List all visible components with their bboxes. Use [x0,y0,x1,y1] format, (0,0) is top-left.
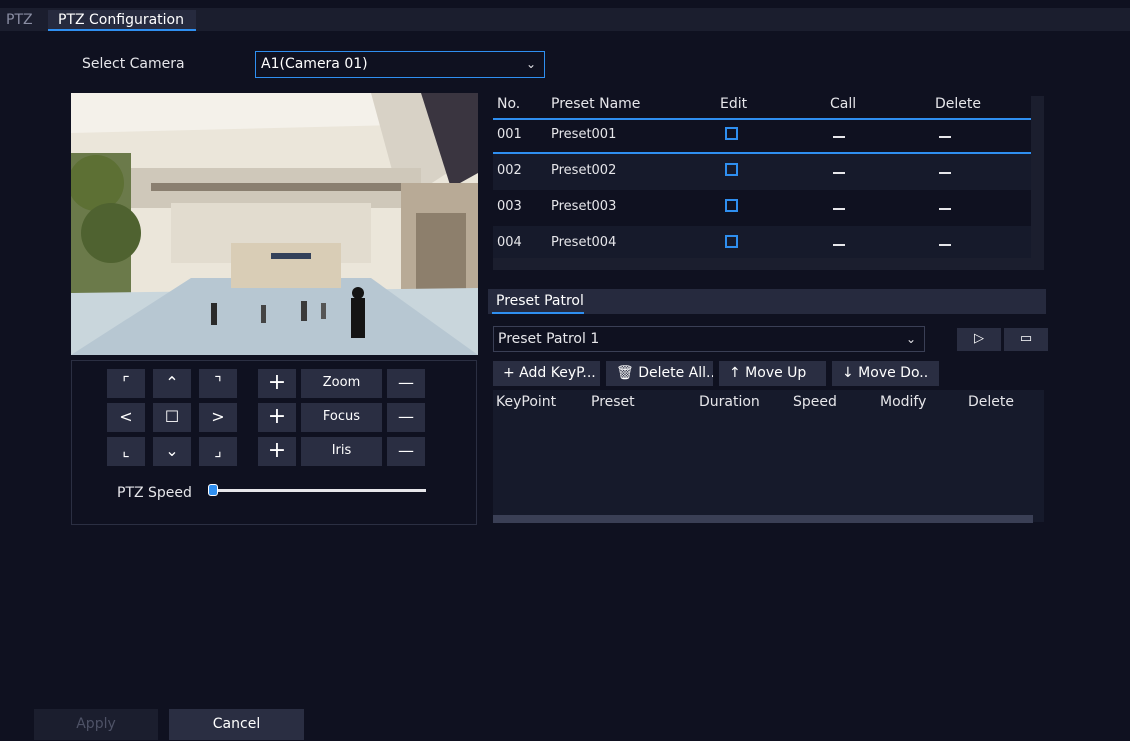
zoom-out-button[interactable]: — [387,369,425,398]
header-preset-name: Preset Name [551,96,641,112]
camera-select-value: A1(Camera 01) [261,56,368,72]
focus-near-button[interactable]: + [258,403,296,432]
iris-label: Iris [301,437,382,466]
edit-icon[interactable] [725,127,738,140]
header-call: Call [830,96,857,112]
call-button[interactable] [833,208,845,210]
preset-patrol-select-value: Preset Patrol 1 [498,331,600,347]
pan-down-right-button[interactable]: ⌟ [199,437,237,466]
header-speed: Speed [793,394,837,410]
tab-bar: PTZ PTZ Configuration [0,0,1130,31]
tab-ptz-configuration[interactable]: PTZ Configuration [48,10,196,31]
ptz-speed-slider-knob[interactable] [208,484,218,496]
preset-patrol-title: Preset Patrol [496,293,584,309]
delete-button[interactable] [939,136,951,138]
call-button[interactable] [833,244,845,246]
preset-table-vertical-scrollbar[interactable] [1031,96,1044,270]
ptz-speed-slider[interactable] [212,489,426,492]
preset-patrol-header[interactable]: Preset Patrol [488,289,1046,314]
header-delete: Delete [968,394,1014,410]
call-button[interactable] [833,136,845,138]
header-duration: Duration [699,394,760,410]
header-keypoint: KeyPoint [496,394,557,410]
table-row[interactable]: 004 Preset004 [493,226,1031,262]
move-down-button[interactable]: ↓ Move Do.. [832,361,939,386]
chevron-down-icon: ⌄ [905,332,916,346]
preset-no: 004 [497,235,522,250]
preset-patrol-underline [492,312,584,314]
preset-no: 003 [497,199,522,214]
zoom-label: Zoom [301,369,382,398]
chevron-down-icon: ⌄ [525,57,536,71]
cancel-button[interactable]: Cancel [169,709,304,740]
pan-down-button[interactable]: ⌄ [153,437,191,466]
play-patrol-button[interactable]: ▷ [957,328,1001,351]
header-preset: Preset [591,394,635,410]
add-keypoint-button[interactable]: + Add KeyP... [493,361,600,386]
ptz-speed-label: PTZ Speed [117,485,192,501]
delete-all-button[interactable]: 🗑 Delete All... [606,361,713,386]
select-camera-label: Select Camera [82,56,185,72]
pan-up-button[interactable]: ⌃ [153,369,191,398]
apply-button[interactable]: Apply [34,709,158,740]
focus-far-button[interactable]: — [387,403,425,432]
iris-open-button[interactable]: + [258,437,296,466]
iris-close-button[interactable]: — [387,437,425,466]
focus-label: Focus [301,403,382,432]
preset-no: 001 [497,127,522,142]
delete-button[interactable] [939,172,951,174]
header-delete: Delete [935,96,981,112]
camera-select[interactable]: A1(Camera 01) ⌄ [255,51,545,78]
edit-icon[interactable] [725,163,738,176]
delete-button[interactable] [939,208,951,210]
call-button[interactable] [833,172,845,174]
pan-stop-button[interactable]: ☐ [153,403,191,432]
preset-name: Preset004 [551,235,617,250]
header-edit: Edit [720,96,748,112]
table-row[interactable]: 003 Preset003 [493,190,1031,226]
tab-ptz[interactable]: PTZ [6,10,33,31]
pan-up-left-button[interactable]: ⌜ [107,369,145,398]
move-up-button[interactable]: ↑ Move Up [719,361,826,386]
table-row[interactable]: 001 Preset001 [493,118,1031,154]
edit-icon[interactable] [725,199,738,212]
pan-left-button[interactable]: < [107,403,145,432]
preset-name: Preset003 [551,199,617,214]
preset-patrol-select[interactable]: Preset Patrol 1 ⌄ [493,326,925,352]
mall-scene-image [71,93,478,355]
keypoint-table-horizontal-scrollbar[interactable] [493,515,1033,523]
delete-button[interactable] [939,244,951,246]
preset-table-horizontal-scrollbar[interactable] [493,258,1031,270]
table-row[interactable]: 002 Preset002 [493,154,1031,190]
pan-right-button[interactable]: > [199,403,237,432]
pan-up-right-button[interactable]: ⌝ [199,369,237,398]
stop-patrol-button[interactable]: ▭ [1004,328,1048,351]
keypoint-table: KeyPoint Preset Duration Speed Modify De… [493,390,1044,522]
preset-no: 002 [497,163,522,178]
zoom-in-button[interactable]: + [258,369,296,398]
edit-icon[interactable] [725,235,738,248]
preset-name: Preset002 [551,163,617,178]
camera-preview [71,93,478,355]
pan-down-left-button[interactable]: ⌞ [107,437,145,466]
preset-name: Preset001 [551,127,617,142]
header-modify: Modify [880,394,927,410]
header-no: No. [497,96,521,112]
